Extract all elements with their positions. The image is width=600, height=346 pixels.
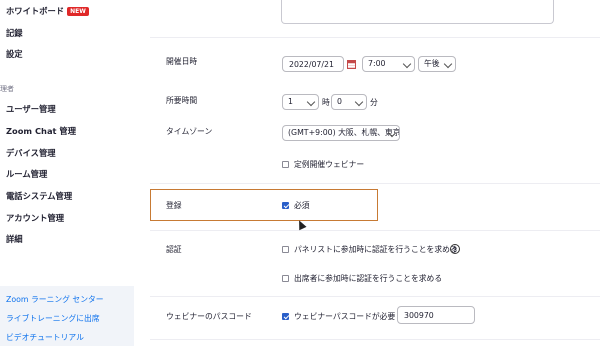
help-icon[interactable]: ? [450, 244, 460, 254]
recurring-checkbox-box[interactable] [282, 161, 289, 168]
admin-section-label: 理者 [0, 85, 14, 93]
sidebar: ホワイトボード NEW 記録 設定 理者 ユーザー管理 Zoom Chat 管理 … [0, 0, 134, 346]
divider [150, 296, 600, 297]
date-input[interactable]: 2022/07/21 [282, 56, 344, 72]
timezone-select-value: (GMT+9:00) 大阪、札幌、東京 [288, 128, 400, 137]
sidebar-item-device-management[interactable]: デバイス管理 [6, 147, 56, 159]
duration-hours-select[interactable]: 1 [282, 94, 319, 110]
passcode-required-checkbox-box[interactable] [282, 313, 289, 320]
divider [150, 339, 600, 340]
sidebar-item-account-management[interactable]: アカウント管理 [6, 212, 64, 224]
description-textarea[interactable] [281, 0, 554, 24]
divider [150, 230, 600, 231]
panelist-auth-checkbox-box[interactable] [282, 246, 289, 253]
auth-label: 認証 [166, 245, 182, 254]
panelist-auth-label: パネリストに参加時に認証を行うことを求める [294, 245, 458, 254]
passcode-input[interactable]: 300970 [397, 306, 475, 324]
ampm-select[interactable]: 午後 [418, 56, 456, 72]
divider [150, 183, 600, 184]
recurring-checkbox-label: 定例開催ウェビナー [294, 160, 365, 169]
time-select-value: 7:00 [368, 59, 386, 68]
video-tutorials-link[interactable]: ビデオチュートリアル [6, 332, 84, 343]
sidebar-item-recordings[interactable]: 記録 [6, 27, 23, 39]
time-select[interactable]: 7:00 [362, 56, 415, 72]
chevron-down-icon [402, 59, 412, 69]
sidebar-item-chat-management[interactable]: Zoom Chat 管理 [6, 125, 76, 137]
duration-minutes-value: 0 [337, 97, 342, 106]
sidebar-item-label: 詳細 [6, 234, 23, 244]
timezone-label: タイムゾーン [166, 127, 213, 136]
attendee-auth-checkbox[interactable]: 出席者に参加時に認証を行うことを求める [282, 273, 442, 284]
sidebar-item-label: 電話システム管理 [6, 191, 73, 201]
sidebar-item-room-management[interactable]: ルーム管理 [6, 168, 47, 180]
registration-highlight [150, 189, 378, 221]
attendee-auth-label: 出席者に参加時に認証を行うことを求める [294, 274, 443, 283]
duration-label: 所要時間 [166, 96, 198, 105]
sidebar-item-label: 記録 [6, 28, 23, 38]
chevron-down-icon [306, 97, 316, 107]
passcode-label: ウェビナーのパスコード [166, 312, 252, 321]
sidebar-item-label: ホワイトボード [6, 6, 65, 16]
live-training-link[interactable]: ライブトレーニングに出席 [6, 313, 100, 324]
sidebar-item-label: Zoom Chat 管理 [6, 126, 76, 136]
attendee-auth-checkbox-box[interactable] [282, 275, 289, 282]
chevron-down-icon [354, 97, 364, 107]
sidebar-item-label: ユーザー管理 [6, 104, 56, 114]
new-badge: NEW [67, 7, 89, 16]
sidebar-item-settings[interactable]: 設定 [6, 48, 23, 60]
sidebar-item-label: アカウント管理 [6, 213, 65, 223]
chevron-down-icon [443, 59, 453, 69]
learning-center-link[interactable]: Zoom ラーニング センター [6, 294, 104, 305]
sidebar-item-phone-system[interactable]: 電話システム管理 [6, 190, 72, 202]
duration-minutes-select[interactable]: 0 [331, 94, 367, 110]
hours-unit: 時 [322, 98, 330, 107]
sidebar-item-label: デバイス管理 [6, 148, 56, 158]
ampm-select-value: 午後 [424, 59, 440, 68]
sidebar-item-user-management[interactable]: ユーザー管理 [6, 103, 56, 115]
sidebar-item-label: ルーム管理 [6, 169, 48, 179]
passcode-required-label: ウェビナーパスコードが必要 [294, 312, 396, 321]
sidebar-item-label: 設定 [6, 49, 23, 59]
panelist-auth-checkbox[interactable]: パネリストに参加時に認証を行うことを求める [282, 244, 458, 255]
sidebar-item-advanced[interactable]: 詳細 [6, 233, 23, 245]
minutes-unit: 分 [370, 98, 378, 107]
divider [150, 37, 600, 38]
timezone-select[interactable]: (GMT+9:00) 大阪、札幌、東京 [282, 125, 400, 141]
passcode-required-checkbox[interactable]: ウェビナーパスコードが必要 [282, 311, 395, 322]
recurring-checkbox[interactable]: 定例開催ウェビナー [282, 159, 364, 170]
datetime-label: 開催日時 [166, 57, 198, 66]
duration-hours-value: 1 [288, 97, 293, 106]
calendar-icon[interactable] [347, 60, 356, 69]
sidebar-item-whiteboard[interactable]: ホワイトボード NEW [6, 5, 89, 17]
webinar-form: 開催日時 2022/07/21 7:00 午後 所要時間 1 時 0 分 タイム… [134, 0, 600, 346]
